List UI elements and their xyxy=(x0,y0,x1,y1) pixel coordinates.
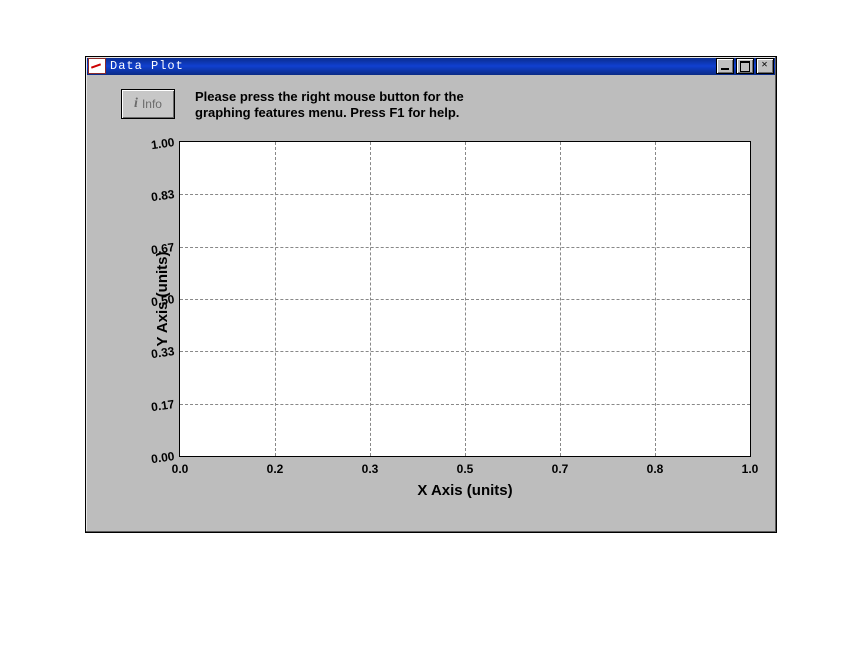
y-tick-label: 1.00 xyxy=(150,135,175,152)
x-tick-label: 0.3 xyxy=(362,462,379,476)
title-bar[interactable]: Data Plot xyxy=(86,57,776,75)
minimize-button[interactable] xyxy=(716,58,734,74)
info-button[interactable]: i Info xyxy=(121,89,175,119)
y-tick-label: 0.17 xyxy=(150,397,175,414)
maximize-button[interactable] xyxy=(736,58,754,74)
x-tick-label: 0.0 xyxy=(172,462,189,476)
instructions-line2: graphing features menu. Press F1 for hel… xyxy=(195,105,464,121)
app-icon xyxy=(88,58,106,74)
plot-area[interactable]: 1.00 0.83 0.67 0.50 0.33 0.17 0.00 0.0 0… xyxy=(179,141,751,457)
window-title: Data Plot xyxy=(110,59,184,73)
y-tick-label: 0.33 xyxy=(150,344,175,361)
grid-line-v xyxy=(465,142,466,456)
grid-line-v xyxy=(370,142,371,456)
x-tick-label: 0.2 xyxy=(267,462,284,476)
grid-line-v xyxy=(560,142,561,456)
grid-line-v xyxy=(275,142,276,456)
grid-line-v xyxy=(655,142,656,456)
x-tick-label: 1.0 xyxy=(742,462,759,476)
info-icon: i xyxy=(134,96,138,112)
x-tick-label: 0.7 xyxy=(552,462,569,476)
y-axis-label: Y Axis (units) xyxy=(154,251,171,346)
x-tick-label: 0.5 xyxy=(457,462,474,476)
info-button-label: Info xyxy=(142,97,162,111)
y-tick-label: 0.83 xyxy=(150,187,175,204)
x-tick-label: 0.8 xyxy=(647,462,664,476)
instructions-line1: Please press the right mouse button for … xyxy=(195,89,464,105)
x-axis-label: X Axis (units) xyxy=(180,482,750,499)
instructions-text: Please press the right mouse button for … xyxy=(195,89,464,121)
app-window: Data Plot i Info Please press the right … xyxy=(85,56,777,533)
client-area[interactable]: i Info Please press the right mouse butt… xyxy=(89,77,773,529)
close-button[interactable] xyxy=(756,58,774,74)
chart[interactable]: 1.00 0.83 0.67 0.50 0.33 0.17 0.00 0.0 0… xyxy=(179,141,749,455)
